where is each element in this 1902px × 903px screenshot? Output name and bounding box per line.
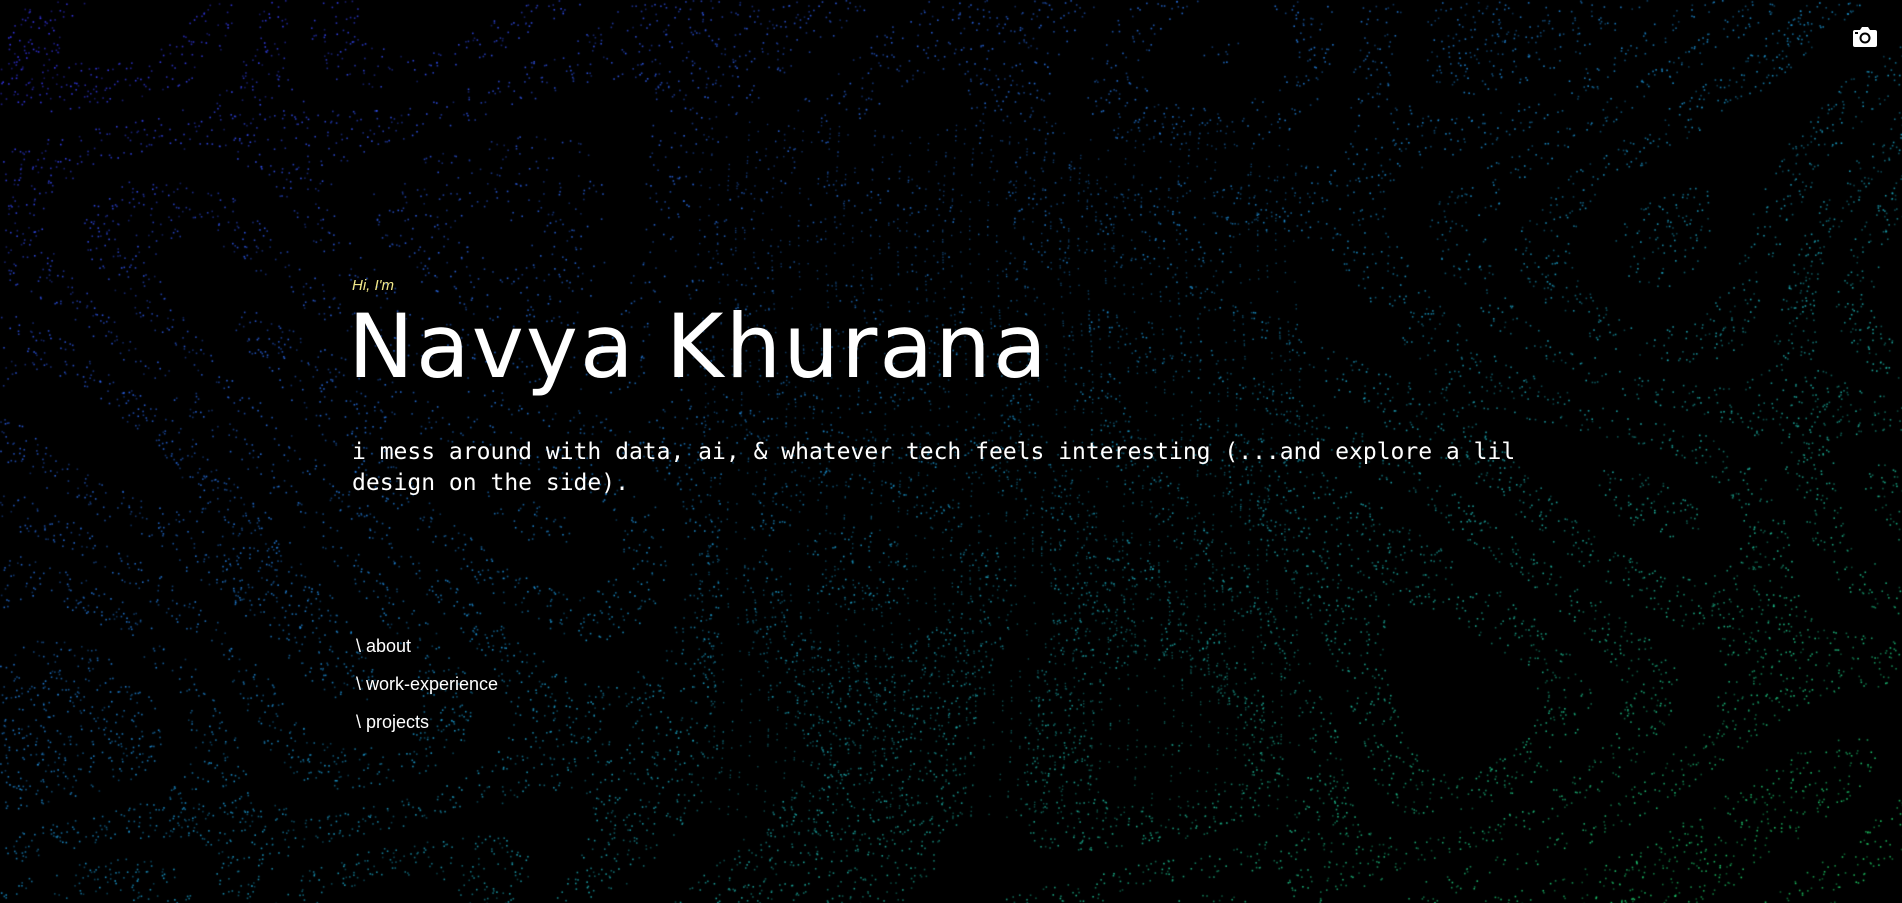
nav-item-projects[interactable]: \ projects [356, 712, 498, 750]
greeting-text: Hi, I'm [352, 277, 395, 294]
nav-item-label: about [366, 636, 412, 656]
camera-button[interactable] [1852, 26, 1878, 48]
camera-icon [1853, 27, 1877, 47]
tagline-text: i mess around with data, ai, & whatever … [352, 439, 1530, 496]
hero-section: Hi, I'm Navya Khurana i mess around with… [348, 277, 1552, 499]
nav-item-work-experience[interactable]: \ work-experience [356, 674, 498, 712]
nav-item-label: projects [366, 712, 430, 732]
page-title: Navya Khurana [348, 295, 1049, 398]
nav-slash: \ [356, 636, 362, 656]
nav-slash: \ [356, 712, 362, 732]
main-nav: \ about \ work-experience \ projects [356, 636, 498, 750]
nav-item-label: work-experience [366, 674, 499, 694]
hero-background: Hi, I'm Navya Khurana i mess around with… [0, 0, 1902, 903]
nav-item-about[interactable]: \ about [356, 636, 498, 674]
nav-slash: \ [356, 674, 362, 694]
